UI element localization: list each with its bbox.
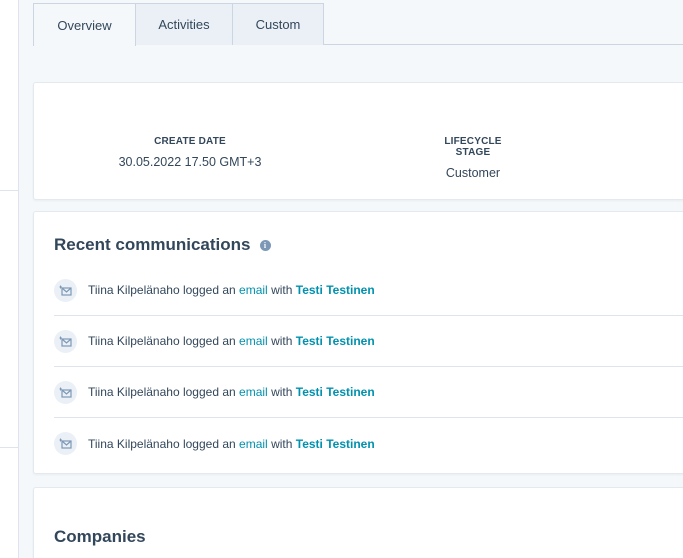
left-sidebar bbox=[0, 0, 19, 558]
communication-text: Tiina Kilpelänaho logged an email with T… bbox=[88, 283, 375, 297]
tab-custom[interactable]: Custom bbox=[232, 3, 324, 45]
recent-communications-title: Recent communications bbox=[54, 235, 251, 254]
list-item: Tiina Kilpelänaho logged an email with T… bbox=[54, 418, 683, 469]
email-icon bbox=[54, 380, 77, 404]
companies-title: Companies bbox=[54, 527, 146, 546]
contact-link[interactable]: Testi Testinen bbox=[296, 334, 375, 348]
properties-card: CREATE DATE 30.05.2022 17.50 GMT+3 LIFEC… bbox=[33, 82, 683, 200]
email-icon bbox=[54, 278, 77, 302]
tab-activities[interactable]: Activities bbox=[135, 3, 233, 45]
email-icon bbox=[54, 329, 77, 353]
communications-list: Tiina Kilpelänaho logged an email with T… bbox=[54, 265, 683, 469]
list-item: Tiina Kilpelänaho logged an email with T… bbox=[54, 367, 683, 418]
sidebar-divider bbox=[0, 447, 19, 448]
lifecycle-stage-property: LIFECYCLE STAGE Customer bbox=[428, 136, 518, 180]
communication-text: Tiina Kilpelänaho logged an email with T… bbox=[88, 436, 375, 451]
contact-link[interactable]: Testi Testinen bbox=[296, 437, 375, 451]
section-heading: Recent communications i bbox=[54, 235, 271, 255]
actor-name: Tiina Kilpelänaho bbox=[88, 283, 180, 297]
create-date-label: CREATE DATE bbox=[154, 136, 226, 147]
info-icon[interactable]: i bbox=[259, 239, 271, 251]
email-link[interactable]: email bbox=[239, 334, 268, 348]
create-date-property: CREATE DATE 30.05.2022 17.50 GMT+3 bbox=[113, 136, 267, 169]
lifecycle-stage-label: LIFECYCLE STAGE bbox=[444, 136, 502, 158]
actor-name: Tiina Kilpelänaho bbox=[88, 436, 180, 451]
email-link[interactable]: email bbox=[239, 437, 268, 451]
email-icon bbox=[54, 432, 77, 455]
tab-overview[interactable]: Overview bbox=[33, 3, 136, 46]
email-link[interactable]: email bbox=[239, 283, 268, 297]
actor-name: Tiina Kilpelänaho bbox=[88, 385, 180, 399]
sidebar-divider bbox=[0, 190, 19, 191]
list-item: Tiina Kilpelänaho logged an email with T… bbox=[54, 265, 683, 316]
contact-link[interactable]: Testi Testinen bbox=[296, 385, 375, 399]
companies-card: Companies bbox=[33, 487, 683, 558]
actor-name: Tiina Kilpelänaho bbox=[88, 334, 180, 348]
record-tabs: Overview Activities Custom bbox=[33, 3, 683, 46]
communication-text: Tiina Kilpelänaho logged an email with T… bbox=[88, 334, 375, 348]
lifecycle-stage-value: Customer bbox=[445, 166, 501, 180]
recent-communications-card: Recent communications i Tiina Kilpelänah… bbox=[33, 211, 683, 474]
email-link[interactable]: email bbox=[239, 385, 268, 399]
contact-link[interactable]: Testi Testinen bbox=[296, 283, 375, 297]
create-date-value: 30.05.2022 17.50 GMT+3 bbox=[118, 155, 262, 169]
communication-text: Tiina Kilpelänaho logged an email with T… bbox=[88, 385, 375, 399]
list-item: Tiina Kilpelänaho logged an email with T… bbox=[54, 316, 683, 367]
